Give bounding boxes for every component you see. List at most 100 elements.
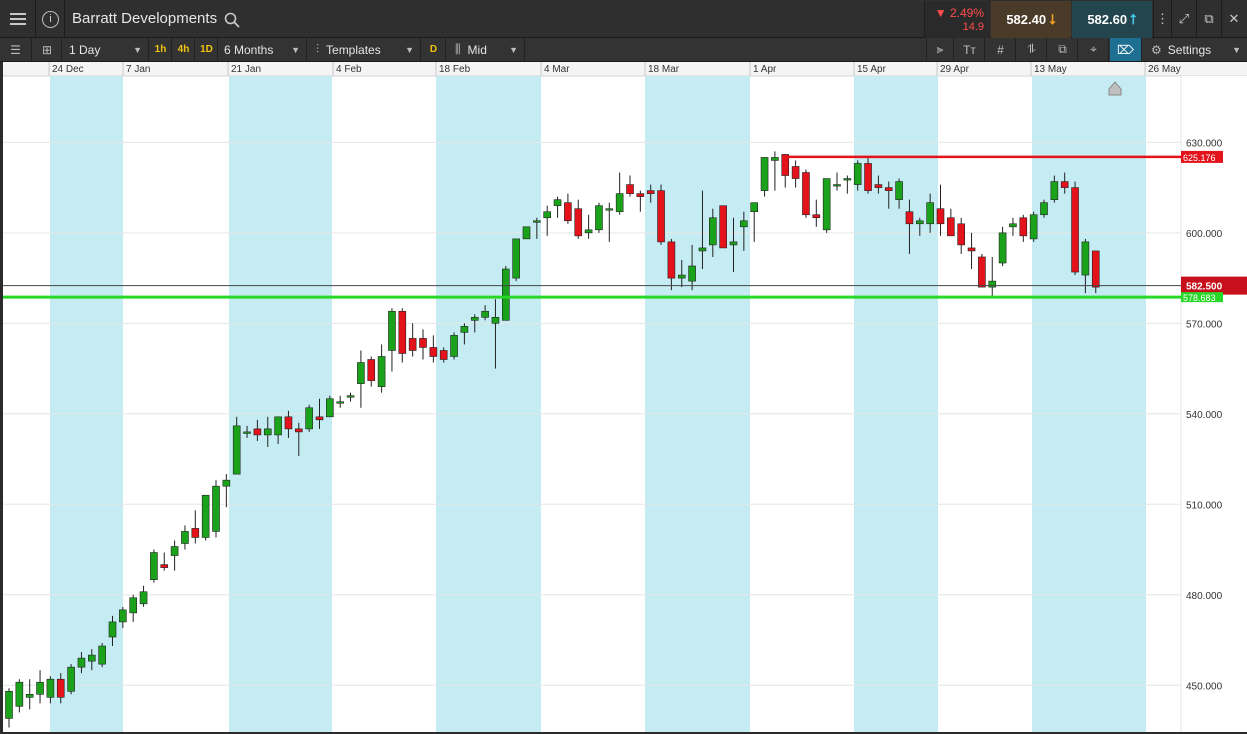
chart-area[interactable]: 24 Dec 7 Jan 21 Jan 4 Feb 18 Feb 4 Mar 18 Mar 1… [3, 62, 1247, 732]
list-icon[interactable]: ☰ [0, 38, 32, 61]
candle-body [677, 274, 686, 279]
candle-body [698, 247, 707, 252]
drag-grip-icon[interactable]: ⋮ [1153, 0, 1171, 38]
resistance-label: 625.176 [1183, 153, 1216, 163]
date-tick-label: 1 Apr [753, 64, 777, 75]
candle-body [708, 217, 717, 246]
candle-body [1071, 187, 1079, 273]
chevron-down-icon: ▼ [291, 44, 300, 55]
candle-body [201, 494, 210, 538]
candle-body [967, 247, 976, 252]
candle-body [646, 190, 655, 194]
candle-body [315, 416, 324, 421]
candle-body [533, 220, 541, 223]
shaded-band [1032, 76, 1146, 732]
popout-icon[interactable]: ⧉ [1196, 0, 1221, 38]
candle-body [915, 220, 924, 225]
interval-select[interactable]: 1 Day ▼ [63, 38, 149, 61]
shaded-band [229, 76, 332, 732]
chevron-down-icon: ▼ [133, 44, 142, 55]
candle-body [574, 208, 583, 237]
indicator-icon[interactable]: ⥮ [1017, 38, 1047, 61]
candle-body [874, 184, 883, 188]
settings-label: Settings [1167, 42, 1212, 57]
timeframe-4h[interactable]: 4h [173, 38, 195, 61]
timeframe-1d[interactable]: 1D [196, 38, 218, 61]
text-size-icon[interactable]: Tт [955, 38, 985, 61]
price-tick-label: 480.000 [1186, 591, 1223, 602]
price-type-value: Mid [467, 42, 487, 57]
candle-body [584, 229, 593, 234]
settings-select[interactable]: ⚙ Settings ▼ [1143, 38, 1247, 61]
close-icon[interactable]: ✕ [1221, 0, 1246, 38]
info-icon[interactable]: i [37, 0, 65, 38]
candle-body [108, 621, 117, 638]
expand-icon[interactable]: ⤢ [1171, 0, 1196, 38]
date-tick-label: 7 Jan [126, 64, 150, 75]
hamburger-menu-icon[interactable] [0, 0, 36, 38]
candle-body [367, 359, 376, 381]
candle-body [667, 241, 676, 279]
price-axis [1181, 76, 1247, 732]
range-select[interactable]: 6 Months ▼ [219, 38, 307, 61]
candle-body [740, 220, 748, 228]
candle-body [957, 223, 966, 246]
candle-body [439, 350, 448, 360]
date-tick-label: 26 May [1148, 64, 1181, 75]
scale-icon[interactable]: ⫸ [926, 38, 954, 61]
change-percent: ▼ 2.49% [934, 6, 984, 20]
candle-body [595, 205, 603, 231]
candle-body [346, 395, 355, 398]
price-chart[interactable]: 24 Dec 7 Jan 21 Jan 4 Feb 18 Feb 4 Mar 18 Mar 1… [3, 62, 1247, 732]
candle-body [605, 208, 614, 211]
sell-price: 582.40 [1006, 12, 1047, 27]
candle-body [1091, 250, 1100, 288]
trading-chart-window: i Barratt Developments ▼ 2.49% 14.9 582.… [0, 0, 1247, 734]
candle-body [129, 597, 137, 614]
candle-body [626, 184, 634, 194]
date-tick-label: 4 Mar [544, 64, 570, 75]
chevron-down-icon: ▼ [1232, 44, 1241, 55]
instrument-name[interactable]: Barratt Developments [72, 10, 217, 27]
copy-icon[interactable]: ⧉ [1048, 38, 1078, 61]
price-tick-label: 600.000 [1186, 229, 1223, 240]
shaded-band [436, 76, 541, 732]
buy-price-button[interactable]: 582.60 ⭡ [1072, 1, 1152, 38]
candle-body [139, 591, 148, 605]
candle-body [98, 645, 106, 665]
candle-body [408, 338, 417, 351]
support-label: 578.683 [1183, 293, 1216, 303]
layout-icon[interactable]: ⊞ [33, 38, 62, 61]
link-tag-icon[interactable]: ⌦ [1110, 38, 1142, 61]
candle-body [119, 609, 127, 623]
chevron-down-icon: ▼ [509, 44, 518, 55]
candle-body [833, 184, 841, 187]
candle-body [1029, 214, 1038, 240]
candle-body [905, 211, 914, 225]
current-price-label: 582.500 [1186, 282, 1223, 293]
arrow-up-icon: ⭡ [1130, 11, 1137, 27]
sell-price-button[interactable]: 582.40 ⭣ [991, 1, 1071, 38]
candle-body [77, 657, 86, 668]
timeframe-1h[interactable]: 1h [150, 38, 172, 61]
crosshair-icon[interactable]: ⌖ [1079, 38, 1109, 61]
candle-body [636, 193, 645, 197]
candle-body [719, 205, 727, 249]
candle-body [864, 163, 872, 191]
candle-body [419, 338, 427, 348]
templates-select[interactable]: ⫶ Templates ▼ [308, 38, 421, 61]
candle-body [729, 241, 738, 246]
price-tick-label: 540.000 [1186, 410, 1223, 421]
search-icon[interactable] [224, 12, 240, 28]
candle-body [750, 202, 759, 213]
candle-body [274, 416, 282, 436]
date-tick-label: 21 Jan [231, 64, 261, 75]
gear-icon: ⚙ [1151, 42, 1162, 57]
candle-body [181, 531, 189, 544]
price-type-select[interactable]: ⫼ Mid ▼ [447, 38, 525, 61]
grid-icon[interactable]: # [986, 38, 1016, 61]
candle-body [232, 425, 241, 475]
candle-body [46, 678, 55, 698]
drawing-d-button[interactable]: D [422, 38, 446, 61]
candle-body [429, 347, 438, 357]
